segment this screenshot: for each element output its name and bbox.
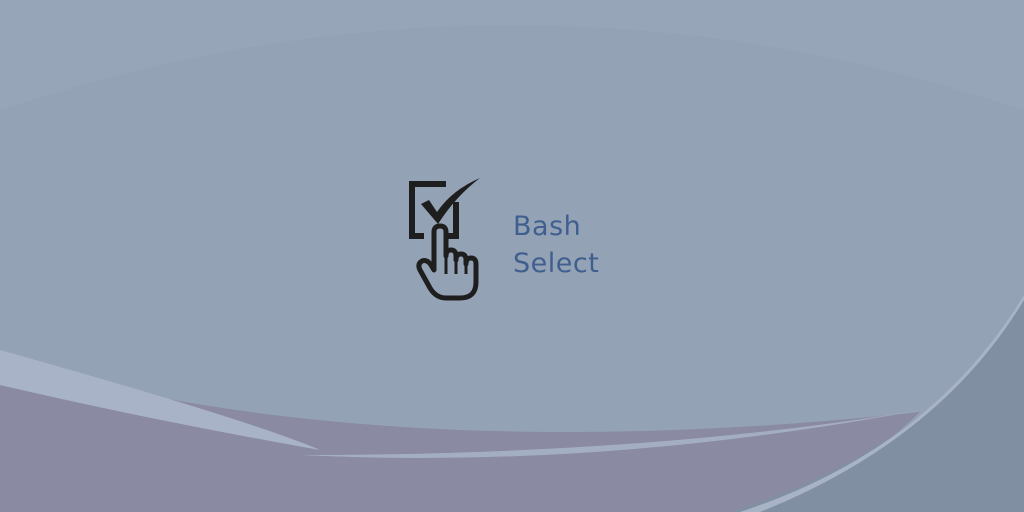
logo-wordmark: Bash Select	[513, 208, 599, 282]
logo-line-1: Bash	[513, 211, 582, 242]
background-waves	[0, 0, 1024, 512]
logo-line-2: Select	[513, 248, 600, 279]
checkbox-pointer-icon	[409, 178, 480, 301]
